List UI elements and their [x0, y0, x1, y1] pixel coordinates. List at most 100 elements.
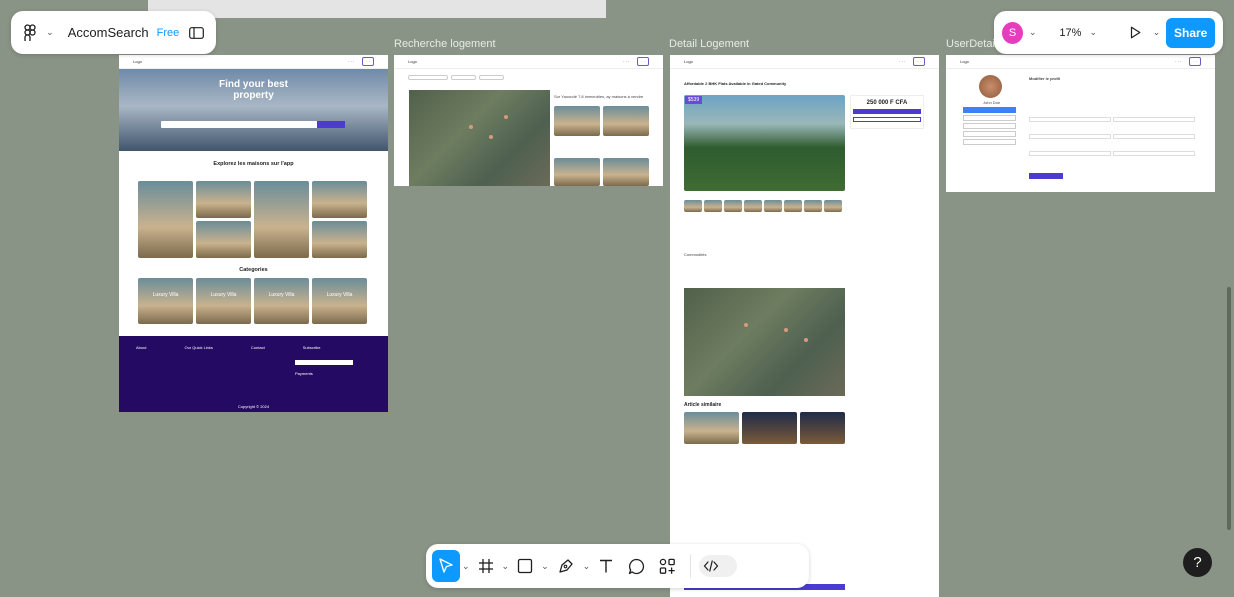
- actions-icon: [659, 558, 676, 574]
- frame-tool[interactable]: [472, 550, 500, 582]
- thumbnail[interactable]: [704, 200, 722, 212]
- category-card[interactable]: Luxury Villa: [138, 278, 193, 324]
- footer-payments: Payments: [295, 371, 313, 376]
- share-button[interactable]: Share: [1166, 17, 1216, 48]
- footer-copyright: Copyright © 2024: [237, 404, 270, 409]
- house-card[interactable]: [196, 221, 251, 258]
- search-filter-input[interactable]: [408, 75, 448, 80]
- detail-similar-row: [684, 412, 845, 444]
- category-card[interactable]: Luxury Villa: [312, 278, 367, 324]
- vertical-scrollbar[interactable]: [1227, 287, 1231, 530]
- sidebar-toggle-icon[interactable]: [187, 21, 206, 45]
- file-panel: ⌄ AccomSearch Free: [11, 11, 216, 54]
- result-card[interactable]: [554, 106, 600, 136]
- explore-title: Explorez les maisons sur l'app: [213, 161, 294, 167]
- house-card[interactable]: [138, 181, 193, 258]
- dev-mode-toggle[interactable]: [699, 555, 738, 577]
- detail-visit-button[interactable]: [853, 117, 921, 122]
- search-logo: Logo: [408, 59, 417, 64]
- user-sidebar-item[interactable]: [963, 123, 1016, 129]
- file-name[interactable]: AccomSearch: [68, 25, 149, 40]
- similar-card[interactable]: [800, 412, 845, 444]
- thumbnail[interactable]: [784, 200, 802, 212]
- thumbnail[interactable]: [684, 200, 702, 212]
- house-card[interactable]: [254, 181, 309, 258]
- chevron-down-icon[interactable]: ⌄: [1029, 27, 1037, 38]
- search-filter-select[interactable]: [479, 75, 504, 80]
- detail-contact-button[interactable]: [853, 109, 921, 114]
- hero-search-bar[interactable]: [161, 121, 345, 128]
- figma-menu-icon[interactable]: [21, 22, 38, 44]
- footer-subscribe-input[interactable]: [295, 360, 353, 365]
- zoom-control[interactable]: 17% ⌄: [1051, 21, 1106, 45]
- user-save-button[interactable]: [1029, 173, 1063, 179]
- chevron-down-icon[interactable]: ⌄: [583, 561, 591, 572]
- user-sidebar-item[interactable]: [963, 139, 1016, 145]
- search-filter-select[interactable]: [451, 75, 476, 80]
- frame-label-userdetail[interactable]: UserDetail: [946, 38, 997, 50]
- present-play-icon[interactable]: [1124, 21, 1147, 45]
- result-card[interactable]: [603, 158, 649, 186]
- frame-recherche[interactable]: Logo · · · · · Sur Yaoundé 7.8 immeubles,…: [394, 55, 663, 186]
- result-card[interactable]: [603, 106, 649, 136]
- chevron-down-icon[interactable]: ⌄: [502, 561, 510, 572]
- comment-tool[interactable]: [622, 550, 651, 582]
- thumbnail[interactable]: [724, 200, 742, 212]
- thumbnail[interactable]: [824, 200, 842, 212]
- similar-card[interactable]: [684, 412, 739, 444]
- detail-map[interactable]: [684, 288, 845, 396]
- text-tool[interactable]: [592, 550, 620, 582]
- hero-search-button[interactable]: [317, 121, 345, 128]
- user-avatar-icon[interactable]: S: [1002, 21, 1023, 44]
- frame-label-detail[interactable]: Detail Logement: [669, 38, 749, 50]
- chevron-down-icon[interactable]: ⌄: [46, 27, 54, 38]
- house-card[interactable]: [312, 221, 367, 258]
- actions-tool[interactable]: [653, 550, 682, 582]
- partial-frame-top[interactable]: [148, 0, 606, 18]
- detail-main-photo[interactable]: $539: [684, 95, 845, 191]
- detail-equipments-title: Commodités: [684, 252, 707, 257]
- detail-logo: Logo: [684, 59, 693, 64]
- frame-landing[interactable]: Logo · · · · · Find your best property Ex…: [119, 55, 388, 412]
- user-form-field[interactable]: [1113, 117, 1195, 122]
- user-sidebar-item[interactable]: [963, 107, 1016, 113]
- user-logo: Logo: [960, 59, 969, 64]
- text-icon: [600, 559, 613, 573]
- frame-label-recherche[interactable]: Recherche logement: [394, 38, 496, 50]
- thumbnail[interactable]: [744, 200, 762, 212]
- result-card-info: [554, 139, 600, 155]
- category-card[interactable]: Luxury Villa: [254, 278, 309, 324]
- rectangle-icon: [517, 558, 533, 574]
- help-button[interactable]: ?: [1183, 548, 1212, 577]
- landing-logo: Logo: [133, 59, 142, 64]
- user-sidebar: [963, 107, 1016, 145]
- pen-tool[interactable]: [551, 550, 581, 582]
- similar-card[interactable]: [742, 412, 797, 444]
- thumbnail[interactable]: [804, 200, 822, 212]
- frame-detail[interactable]: Logo · · · · · Affordable 2 BHK Flats Ava…: [670, 55, 939, 597]
- user-form-field[interactable]: [1029, 117, 1111, 122]
- categories-row: Luxury Villa Luxury Villa Luxury Villa L…: [138, 278, 388, 324]
- user-form-field[interactable]: [1029, 151, 1111, 156]
- chevron-down-icon[interactable]: ⌄: [462, 561, 470, 572]
- result-card[interactable]: [554, 158, 600, 186]
- chevron-down-icon[interactable]: ⌄: [541, 561, 549, 572]
- move-tool[interactable]: [432, 550, 460, 582]
- frame-userdetail[interactable]: Logo · · · · · John Doe Modifier le profi…: [946, 55, 1215, 192]
- user-sidebar-item[interactable]: [963, 131, 1016, 137]
- user-form-field[interactable]: [1029, 134, 1111, 139]
- search-results-grid: [554, 106, 649, 186]
- user-sidebar-item[interactable]: [963, 115, 1016, 121]
- search-map[interactable]: [409, 90, 550, 186]
- shape-tool[interactable]: [511, 550, 539, 582]
- category-card[interactable]: Luxury Villa: [196, 278, 251, 324]
- house-card[interactable]: [312, 181, 367, 218]
- chevron-down-icon[interactable]: ⌄: [1153, 27, 1161, 38]
- thumbnail[interactable]: [764, 200, 782, 212]
- pen-icon: [558, 559, 573, 573]
- user-avatar[interactable]: [979, 75, 1002, 98]
- user-form-field[interactable]: [1113, 151, 1195, 156]
- user-form-field[interactable]: [1113, 134, 1195, 139]
- house-card[interactable]: [196, 181, 251, 218]
- user-form: [1029, 117, 1195, 156]
